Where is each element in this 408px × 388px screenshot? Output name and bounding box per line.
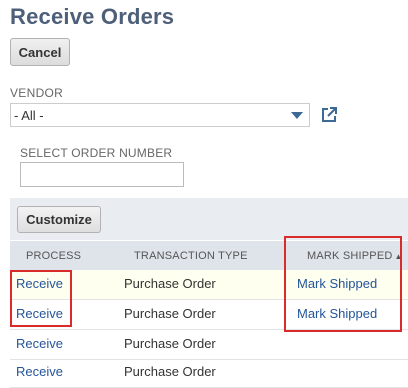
receive-link[interactable]: Receive xyxy=(16,305,63,323)
table-row: Receive Purchase Order Mark Shipped xyxy=(10,270,408,300)
transaction-type-cell: Purchase Order xyxy=(124,276,216,291)
mark-shipped-link[interactable]: Mark Shipped xyxy=(297,305,377,323)
customize-button[interactable]: Customize xyxy=(17,206,101,233)
table-row: Receive Purchase Order xyxy=(10,358,408,388)
order-number-label: SELECT ORDER NUMBER xyxy=(20,146,173,160)
cancel-button[interactable]: Cancel xyxy=(10,38,70,66)
table-header: PROCESS TRANSACTION TYPE MARK SHIPPED ▲ xyxy=(10,241,408,270)
transaction-type-cell: Purchase Order xyxy=(124,364,216,379)
vendor-selected-value: - All - xyxy=(14,107,44,123)
receive-link[interactable]: Receive xyxy=(16,275,63,293)
table-row: Receive Purchase Order xyxy=(10,330,408,360)
external-link-icon[interactable] xyxy=(320,106,338,124)
column-header-transaction-type[interactable]: TRANSACTION TYPE xyxy=(134,250,248,262)
mark-shipped-header-label: MARK SHIPPED xyxy=(307,250,393,262)
column-header-mark-shipped[interactable]: MARK SHIPPED ▲ xyxy=(307,250,403,262)
column-header-process[interactable]: PROCESS xyxy=(26,250,81,262)
table-row: Receive Purchase Order Mark Shipped xyxy=(10,300,408,330)
receive-link[interactable]: Receive xyxy=(16,363,63,381)
mark-shipped-link[interactable]: Mark Shipped xyxy=(297,275,377,293)
sort-ascending-icon: ▲ xyxy=(394,252,403,261)
chevron-down-icon xyxy=(291,112,303,119)
transaction-type-cell: Purchase Order xyxy=(124,336,216,351)
transaction-type-cell: Purchase Order xyxy=(124,306,216,321)
receive-link[interactable]: Receive xyxy=(16,335,63,353)
order-number-input[interactable] xyxy=(20,162,184,187)
page-title: Receive Orders xyxy=(10,4,175,29)
vendor-label: VENDOR xyxy=(10,86,64,100)
vendor-select[interactable]: - All - xyxy=(10,103,310,127)
